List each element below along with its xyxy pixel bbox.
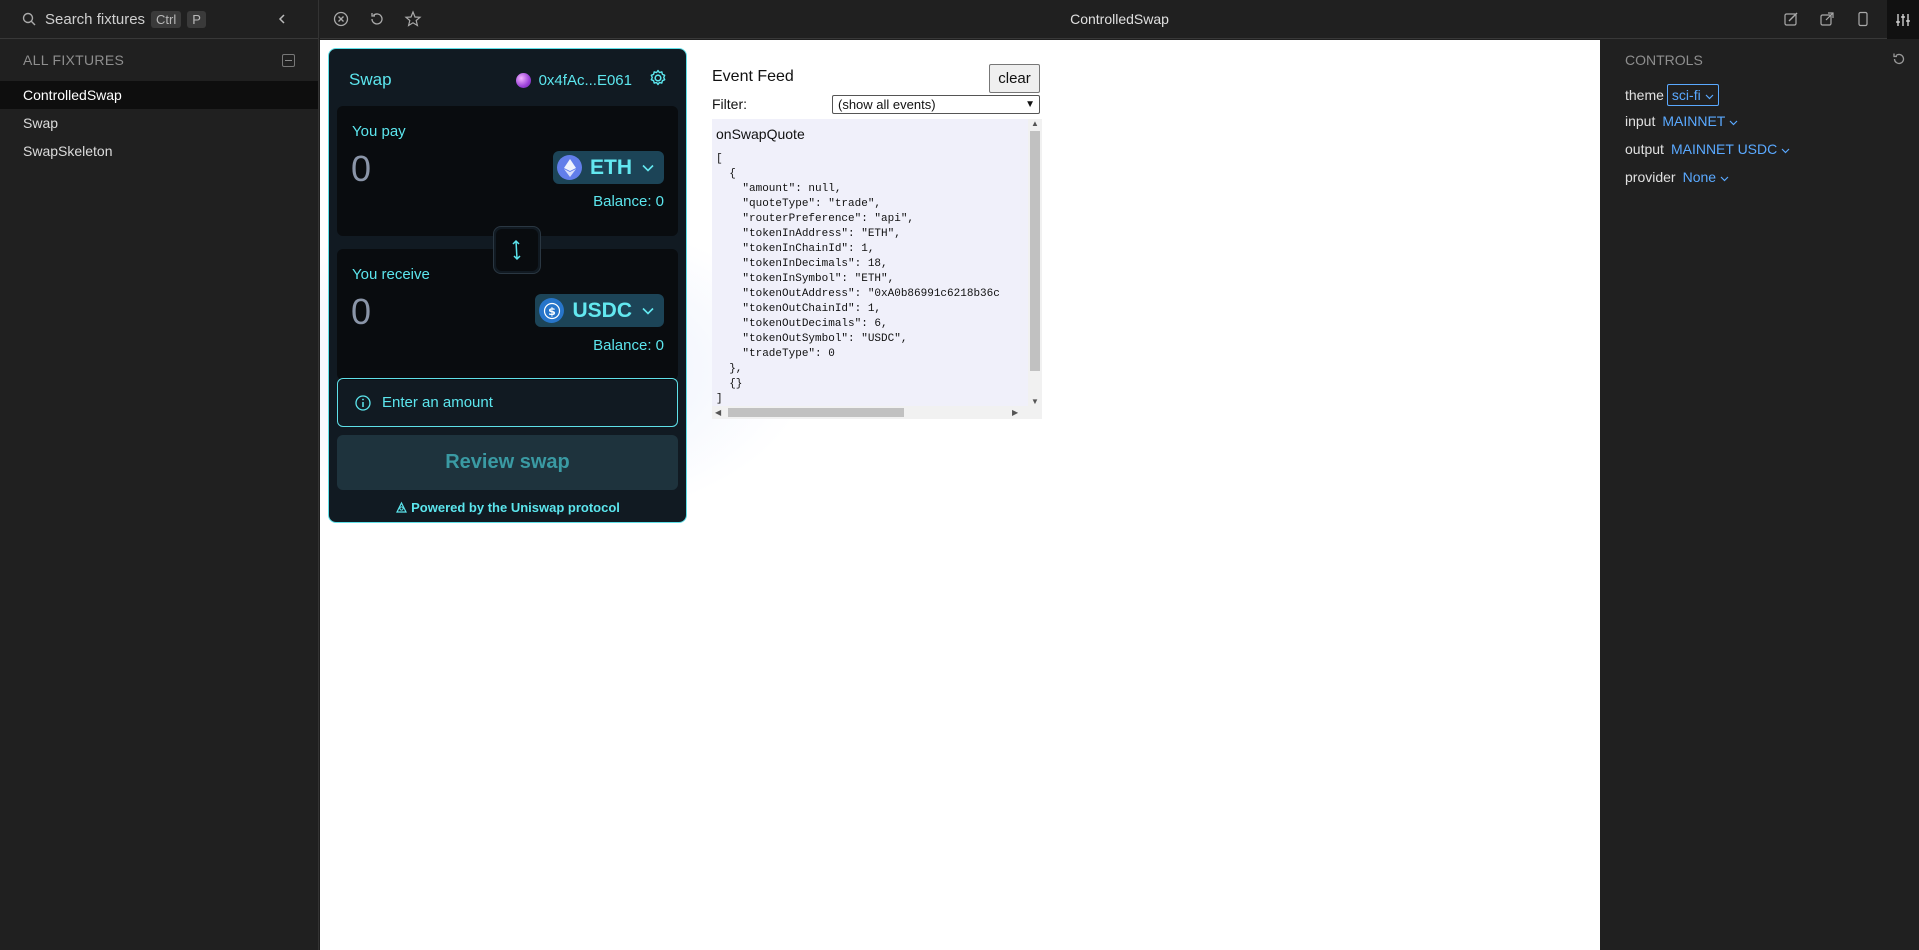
event-log[interactable]: onSwapQuote [ { "amount": null, "quoteTy… [712,119,1042,419]
pay-token-selector[interactable]: ETH [553,151,664,184]
controls-title: CONTROLS [1625,52,1703,68]
control-label: input [1625,113,1656,129]
swap-widget: Swap 0x4fAc...E061 You pay 0 ETH Balance… [328,48,687,523]
chevron-down-icon [1720,176,1729,182]
fixture-item-controlledswap[interactable]: ControlledSwap [0,81,318,109]
fixture-item-swapskeleton[interactable]: SwapSkeleton [0,137,318,165]
scroll-left-icon[interactable]: ◀ [715,408,721,417]
svg-text:$: $ [548,305,556,318]
account-address: 0x4fAc...E061 [538,71,632,89]
output-select[interactable]: MAINNET USDC [1671,141,1790,157]
eth-icon [557,155,582,180]
pay-token-symbol: ETH [590,155,632,179]
chevron-down-icon [1729,120,1738,126]
fixture-label: ControlledSwap [23,87,122,103]
reset-controls-icon[interactable] [1891,51,1907,72]
search-icon [22,12,36,26]
control-value: None [1682,169,1717,185]
usdc-icon: $ [539,298,565,323]
pay-panel: You pay 0 ETH Balance: 0 [337,106,678,236]
powered-by-uniswap[interactable]: Powered by the Uniswap protocol [329,500,686,515]
provider-select[interactable]: None [1683,169,1729,185]
collapse-sidebar-icon[interactable] [277,9,296,30]
fixture-canvas: Swap 0x4fAc...E061 You pay 0 ETH Balance… [320,40,1600,950]
control-theme: theme sci-fi [1625,84,1719,106]
control-provider: provider None [1625,169,1729,185]
fixture-label: SwapSkeleton [23,143,113,159]
pay-label: You pay [352,123,406,140]
swap-header: Swap 0x4fAc...E061 [349,69,668,91]
shortcut-ctrl-key: Ctrl [151,10,182,28]
uniswap-logo-icon [396,501,408,513]
pay-amount-input[interactable]: 0 [351,148,371,190]
scroll-right-icon[interactable]: ▶ [1012,408,1018,417]
control-output: output MAINNET USDC [1625,141,1790,157]
account-avatar [515,72,531,88]
receive-amount-input[interactable]: 0 [351,291,371,333]
horizontal-scroll-thumb[interactable] [728,408,904,417]
fixtures-section-header: ALL FIXTURES [0,39,318,81]
fixture-label: Swap [23,115,59,131]
enter-amount-notice: Enter an amount [337,378,678,427]
vertical-scroll-thumb[interactable] [1030,131,1040,371]
event-payload: [ { "amount": null, "quoteType": "trade"… [716,153,1000,405]
receive-token-symbol: USDC [572,298,632,322]
chevron-down-icon [1705,94,1714,100]
controls-toggle-button[interactable] [1887,0,1919,39]
chevron-down-icon [642,307,654,315]
notice-text: Enter an amount [382,394,493,411]
shortcut-p-key: P [187,10,206,28]
filter-label: Filter: [712,96,747,112]
vertical-scrollbar[interactable]: ▲ ▼ [1028,119,1042,406]
chevron-down-icon: ▼ [1025,99,1035,110]
fixtures-section-title: ALL FIXTURES [23,52,125,68]
scroll-up-icon[interactable]: ▲ [1031,119,1039,128]
input-select[interactable]: MAINNET [1662,113,1738,129]
clear-button[interactable]: clear [989,64,1040,93]
pay-balance: Balance: 0 [593,193,664,210]
account-button[interactable]: 0x4fAc...E061 [515,71,632,89]
chevron-down-icon [1781,148,1790,154]
fixture-title: ControlledSwap [1070,11,1169,27]
fixture-search[interactable]: Search fixtures Ctrl P [0,0,318,39]
powered-by-text: Powered by the Uniswap protocol [411,500,620,515]
control-label: provider [1625,169,1676,185]
controls-toggle-icon [1896,14,1910,26]
open-external-icon[interactable] [1818,10,1836,28]
info-icon [355,394,371,411]
control-label: theme [1625,87,1664,103]
event-feed-title: Event Feed [712,68,794,85]
control-label: output [1625,141,1664,157]
receive-label: You receive [352,266,430,283]
receive-balance: Balance: 0 [593,337,664,354]
fixture-item-swap[interactable]: Swap [0,109,318,137]
top-toolbar: ControlledSwap [320,0,1919,39]
flip-tokens-button[interactable] [493,226,541,274]
filter-selected-value: (show all events) [838,97,936,112]
controls-panel: CONTROLS theme sci-fi input MAINNET outp… [1601,40,1919,950]
review-swap-button[interactable]: Review swap [337,435,678,490]
scroll-down-icon[interactable]: ▼ [1031,397,1039,406]
swap-title: Swap [349,70,392,89]
control-value: MAINNET USDC [1670,141,1778,157]
event-name: onSwapQuote [716,126,805,142]
chevron-down-icon [642,164,654,172]
edit-icon[interactable] [1782,10,1800,28]
theme-select[interactable]: sci-fi [1666,84,1719,106]
fixtures-sidebar: Search fixtures Ctrl P ALL FIXTURES Cont… [0,0,319,950]
control-input: input MAINNET [1625,113,1738,129]
receive-token-selector[interactable]: $ USDC [535,294,664,327]
swap-arrows-icon [512,239,521,261]
settings-gear-icon[interactable] [648,68,668,93]
mobile-device-icon[interactable] [1854,10,1872,28]
search-placeholder[interactable]: Search fixtures [45,11,145,28]
control-value: MAINNET [1662,113,1726,129]
control-value: sci-fi [1671,87,1701,103]
event-filter-select[interactable]: (show all events) ▼ [832,95,1040,114]
collapse-all-icon[interactable] [282,53,295,67]
horizontal-scrollbar[interactable]: ◀ ▶ [712,406,1042,419]
